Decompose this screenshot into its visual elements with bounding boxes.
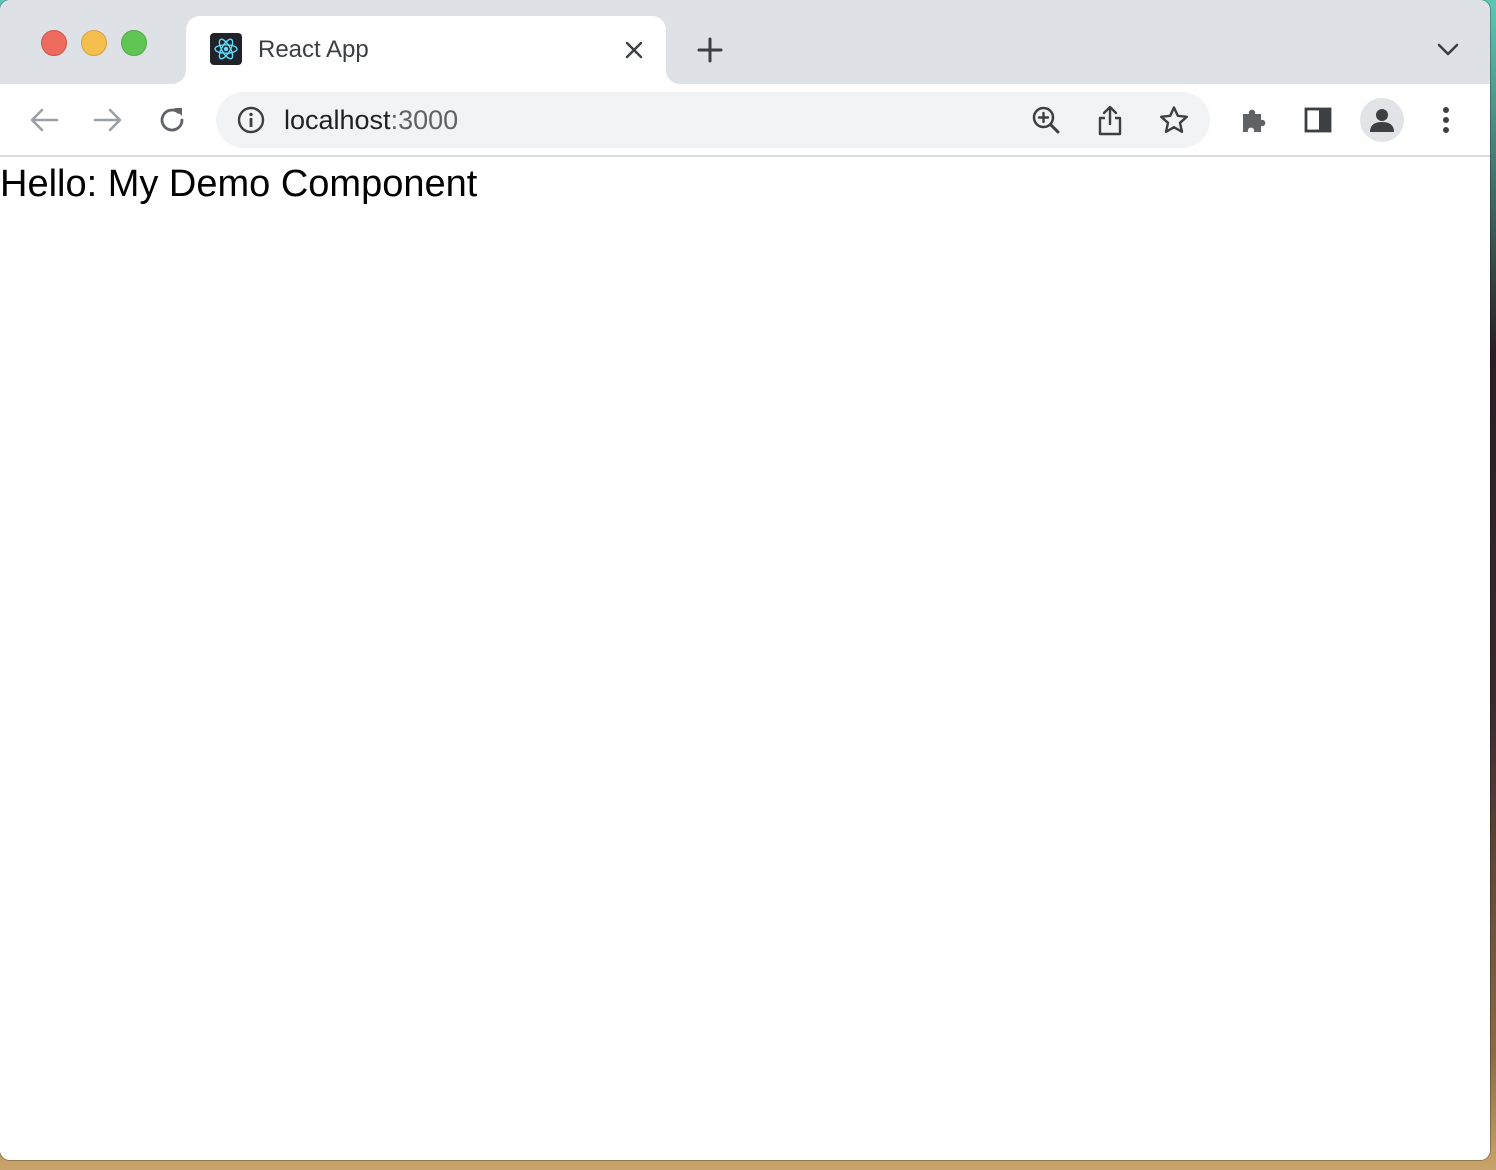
tab-strip: React App [0, 0, 1490, 84]
close-window-button[interactable] [41, 30, 67, 56]
demo-component-text: Hello: My Demo Component [0, 163, 478, 205]
kebab-menu-icon[interactable] [1424, 98, 1468, 142]
star-icon[interactable] [1156, 102, 1192, 138]
browser-window: React App localhost:3000 Hello: My Demo … [0, 0, 1490, 1160]
url-port: :3000 [390, 105, 459, 135]
arrow-left-icon[interactable] [22, 98, 66, 142]
side-panel-icon[interactable] [1296, 98, 1340, 142]
close-tab-icon[interactable] [622, 38, 646, 62]
url-text[interactable]: localhost:3000 [284, 105, 458, 135]
url-host: localhost [284, 105, 391, 135]
react-logo-icon [210, 33, 242, 65]
chevron-down-icon[interactable] [1434, 36, 1462, 64]
person-icon[interactable] [1360, 98, 1404, 142]
address-bar[interactable]: localhost:3000 [216, 92, 1210, 148]
minimize-window-button[interactable] [81, 30, 107, 56]
zoom-in-icon[interactable] [1028, 102, 1064, 138]
browser-toolbar: localhost:3000 [0, 84, 1490, 157]
tab-title: React App [258, 36, 369, 63]
zoom-window-button[interactable] [121, 30, 147, 56]
reload-icon[interactable] [150, 98, 194, 142]
info-icon[interactable] [236, 105, 266, 135]
share-icon[interactable] [1092, 102, 1128, 138]
tab-react-app[interactable]: React App [186, 16, 666, 84]
page-content: Hello: My Demo Component [0, 157, 1490, 1160]
puzzle-icon[interactable] [1232, 98, 1276, 142]
plus-icon[interactable] [690, 30, 730, 70]
arrow-right-icon[interactable] [86, 98, 130, 142]
